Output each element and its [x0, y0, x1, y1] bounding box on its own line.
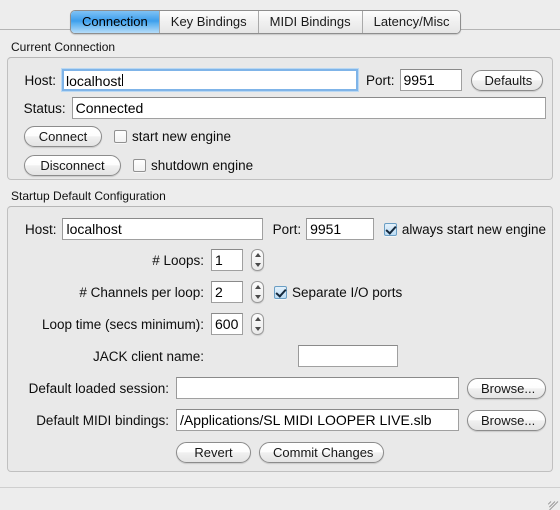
current-host-row: Host: localhost Port: 9951 Defaults [14, 66, 546, 94]
tab-key-bindings[interactable]: Key Bindings [159, 11, 259, 33]
jack-client-row: JACK client name: [14, 340, 546, 372]
default-session-label: Default loaded session: [28, 380, 169, 396]
disconnect-button[interactable]: Disconnect [24, 155, 121, 176]
current-host-input[interactable]: localhost [62, 69, 358, 91]
startup-defaults-title: Startup Default Configuration [11, 189, 166, 203]
loop-time-input[interactable]: 600 [211, 313, 243, 335]
default-host-value: localhost [66, 221, 122, 237]
revert-button[interactable]: Revert [176, 441, 251, 463]
channels-input[interactable]: 2 [211, 281, 243, 303]
stepper-down-icon[interactable] [254, 295, 261, 299]
resize-grip-icon[interactable] [545, 489, 559, 510]
jack-client-input[interactable] [298, 345, 398, 367]
startup-defaults-frame: Host: localhost Port: 9951 always start … [7, 206, 553, 472]
channels-value: 2 [215, 284, 223, 300]
stepper-up-icon[interactable] [254, 285, 261, 289]
tab-latency-misc[interactable]: Latency/Misc [362, 11, 461, 33]
start-new-engine-label: start new engine [132, 129, 232, 144]
default-port-value: 9951 [310, 221, 342, 237]
default-midi-row: Default MIDI bindings: /Applications/SL … [14, 404, 546, 436]
default-host-row: Host: localhost Port: 9951 always start … [14, 214, 546, 244]
default-midi-value: /Applications/SL MIDI LOOPER LIVE.slb [180, 412, 432, 428]
current-host-value: localhost [66, 73, 122, 89]
loop-time-value: 600 [215, 316, 239, 332]
loops-row: # Loops: 1 [14, 244, 546, 276]
loops-label: # Loops: [152, 252, 204, 268]
loops-stepper[interactable] [251, 249, 264, 271]
loop-time-stepper[interactable] [251, 313, 264, 335]
default-port-label: Port: [272, 221, 302, 237]
stepper-up-icon[interactable] [254, 253, 261, 257]
current-port-value: 9951 [403, 72, 435, 88]
disconnect-row: Disconnect shutdown engine [14, 151, 546, 180]
connect-row: Connect start new engine [14, 122, 546, 151]
loops-value: 1 [215, 252, 223, 268]
tab-connection[interactable]: Connection [71, 11, 160, 33]
current-connection-section: Current Connection Host: localhost Port:… [0, 40, 560, 180]
default-session-input[interactable] [176, 377, 459, 399]
status-value: Connected [75, 100, 144, 116]
current-connection-title: Current Connection [11, 40, 116, 54]
stepper-up-icon[interactable] [254, 317, 261, 321]
current-host-label: Host: [24, 72, 56, 88]
current-connection-frame: Host: localhost Port: 9951 Defaults Stat… [7, 57, 553, 180]
default-session-row: Default loaded session: Browse... [14, 372, 546, 404]
action-buttons-row: Revert Commit Changes [14, 436, 546, 468]
tab-midi-bindings[interactable]: MIDI Bindings [258, 11, 363, 33]
status-label: Status: [23, 100, 66, 116]
default-host-label: Host: [24, 221, 57, 237]
shutdown-engine-label: shutdown engine [151, 158, 254, 173]
always-start-new-engine-checkbox[interactable] [383, 222, 397, 236]
browse-session-button[interactable]: Browse... [467, 377, 546, 399]
default-midi-input[interactable]: /Applications/SL MIDI LOOPER LIVE.slb [176, 409, 459, 431]
jack-client-label: JACK client name: [92, 348, 204, 364]
status-field: Connected [71, 97, 546, 119]
always-start-new-engine-label: always start new engine [401, 221, 546, 237]
connect-button[interactable]: Connect [24, 126, 102, 147]
loop-time-label: Loop time (secs minimum): [41, 316, 204, 332]
defaults-button[interactable]: Defaults [470, 69, 543, 91]
window-bottom-separator [0, 487, 560, 488]
separate-io-ports-label: Separate I/O ports [292, 284, 403, 300]
loops-input[interactable]: 1 [211, 249, 243, 271]
default-port-input[interactable]: 9951 [306, 218, 374, 240]
current-port-label: Port: [366, 72, 395, 88]
tab-list: Connection Key Bindings MIDI Bindings La… [70, 10, 462, 34]
loop-time-row: Loop time (secs minimum): 600 [14, 308, 546, 340]
stepper-down-icon[interactable] [254, 327, 261, 331]
browse-midi-button[interactable]: Browse... [467, 409, 546, 431]
channels-row: # Channels per loop: 2 Separate I/O port… [14, 276, 546, 308]
status-row: Status: Connected [14, 94, 546, 122]
stepper-down-icon[interactable] [254, 263, 261, 267]
commit-changes-button[interactable]: Commit Changes [259, 441, 384, 463]
default-host-input[interactable]: localhost [62, 218, 263, 240]
channels-stepper[interactable] [251, 281, 264, 303]
startup-defaults-section: Startup Default Configuration Host: loca… [0, 189, 560, 472]
shutdown-engine-checkbox[interactable] [133, 159, 146, 172]
default-midi-label: Default MIDI bindings: [36, 412, 169, 428]
start-new-engine-checkbox[interactable] [114, 130, 127, 143]
separate-io-ports-checkbox[interactable] [274, 285, 287, 299]
current-port-input[interactable]: 9951 [399, 69, 462, 91]
channels-label: # Channels per loop: [79, 284, 204, 300]
tab-bar: Connection Key Bindings MIDI Bindings La… [0, 0, 560, 40]
